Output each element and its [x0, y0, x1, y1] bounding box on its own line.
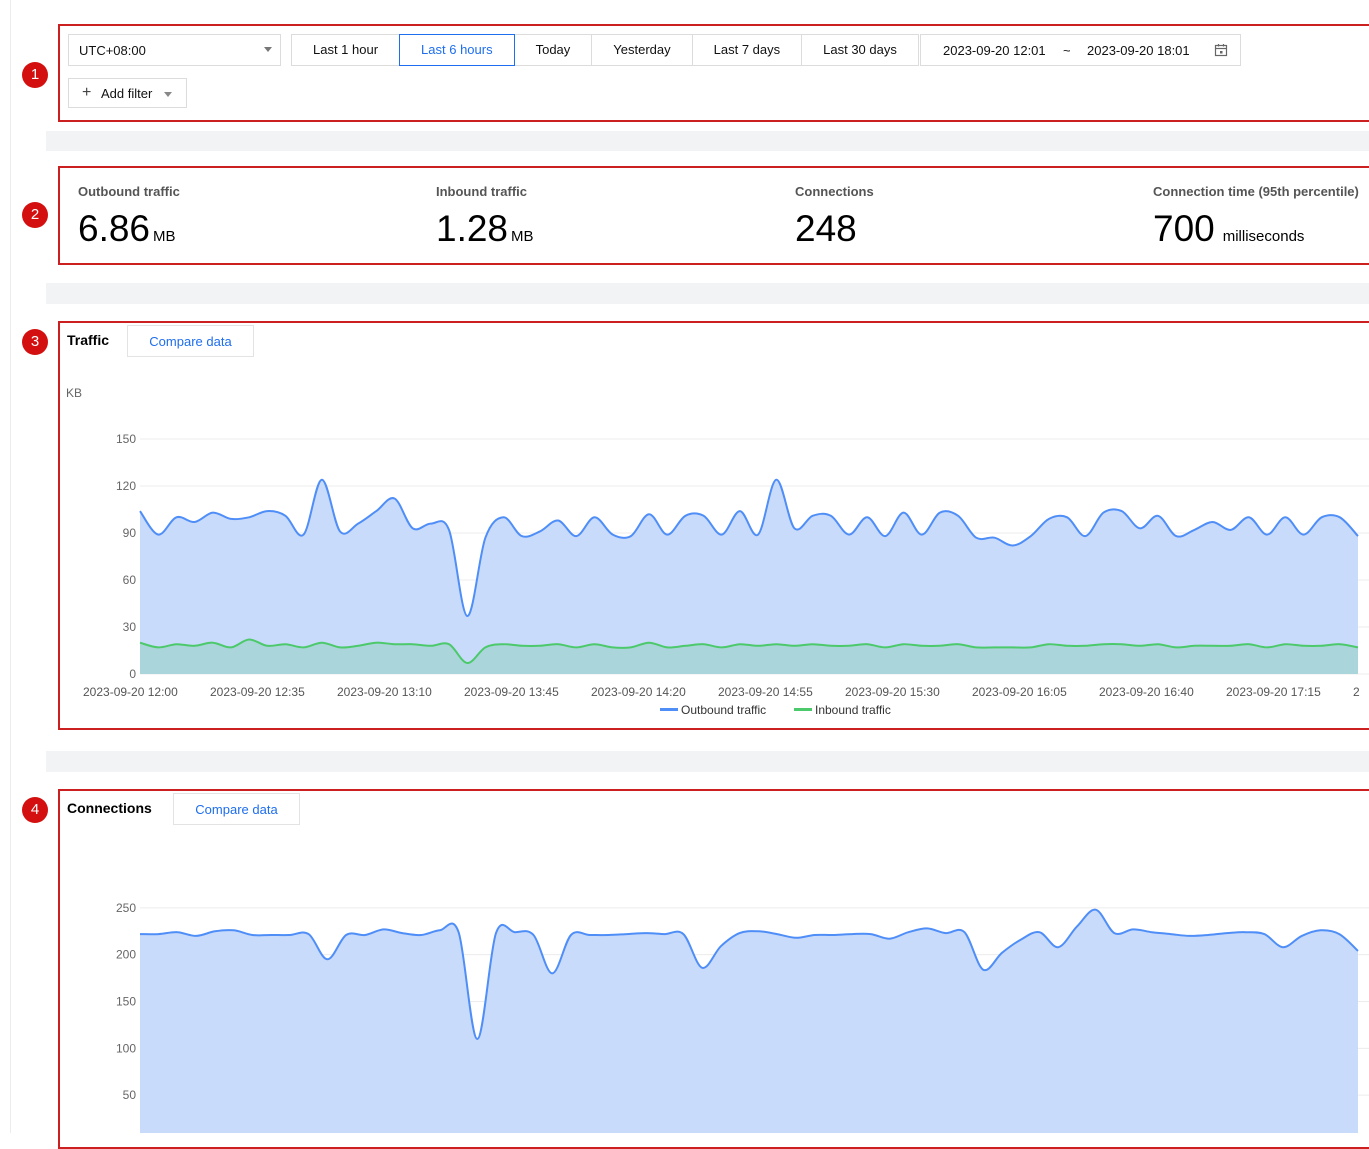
metric-value: 6.86 — [78, 208, 151, 249]
legend-label-inbound: Inbound traffic — [815, 703, 891, 717]
timezone-value: UTC+08:00 — [79, 43, 146, 58]
metric-unit: MB — [153, 228, 176, 245]
metric-label: Connections — [795, 184, 874, 199]
y-tick-label: 250 — [116, 901, 136, 915]
y-tick-label: 30 — [123, 620, 137, 634]
date-end: 2023-09-20 18:01 — [1087, 43, 1190, 58]
calendar-icon — [1214, 44, 1228, 57]
x-tick-label: 2023-09-20 12:00 — [83, 685, 178, 699]
y-tick-label: 150 — [116, 995, 136, 1009]
date-separator: ~ — [1063, 43, 1071, 58]
metric-inbound-traffic: Inbound traffic 1.28 MB — [436, 184, 534, 250]
range-last-30-days[interactable]: Last 30 days — [801, 34, 919, 66]
legend-swatch-outbound — [660, 708, 678, 711]
x-tick-label: 2023-09-20 12:35 — [210, 685, 305, 699]
range-last-7-days[interactable]: Last 7 days — [691, 34, 803, 66]
annotation-badge-4: 4 — [22, 797, 48, 823]
y-tick-label: 60 — [123, 573, 137, 587]
metric-connections: Connections 248 — [795, 184, 874, 250]
x-tick-label: 2023-09-20 14:20 — [591, 685, 686, 699]
date-start: 2023-09-20 12:01 — [943, 43, 1046, 58]
y-tick-label: 0 — [129, 667, 136, 681]
metric-label: Inbound traffic — [436, 184, 527, 199]
annotation-badge-3: 3 — [22, 329, 48, 355]
metric-label: Connection time (95th percentile) — [1153, 184, 1359, 199]
timezone-select[interactable]: UTC+08:00 — [68, 34, 281, 66]
section-separator — [46, 751, 1369, 772]
quick-range-group: Last 1 hour Last 6 hours Today Yesterday… — [291, 34, 919, 66]
plus-icon: + — [82, 84, 92, 101]
metric-connection-time: Connection time (95th percentile) 700 mil… — [1153, 184, 1359, 250]
section-separator — [46, 131, 1369, 151]
annotation-badge-1: 1 — [22, 62, 48, 88]
chevron-down-icon — [164, 92, 172, 97]
y-tick-label: 100 — [116, 1041, 136, 1055]
metric-unit: MB — [511, 228, 534, 245]
section-separator — [46, 283, 1369, 304]
metric-outbound-traffic: Outbound traffic 6.86 MB — [78, 184, 180, 250]
left-edge-line — [10, 0, 11, 1133]
add-filter-button[interactable]: + Add filter — [68, 78, 187, 108]
add-filter-label: Add filter — [101, 86, 153, 101]
range-last-6-hours[interactable]: Last 6 hours — [399, 34, 515, 66]
legend-label-outbound: Outbound traffic — [681, 703, 766, 717]
metric-value: 700 — [1153, 208, 1215, 249]
connections-chart: 50 100 150 200 250 — [116, 901, 1369, 1133]
traffic-chart: KB 0 30 60 90 120 150 2023-09-20 12:00 2023-09-2… — [66, 386, 1369, 717]
x-tick-label: 2023-09-20 14:55 — [718, 685, 813, 699]
legend-swatch-inbound — [794, 708, 812, 711]
series-area-connections — [140, 909, 1358, 1133]
range-yesterday[interactable]: Yesterday — [591, 34, 693, 66]
x-tick-label: 2023-09-20 16:40 — [1099, 685, 1194, 699]
metric-label: Outbound traffic — [78, 184, 180, 199]
y-tick-label: 150 — [116, 432, 136, 446]
y-axis-unit: KB — [66, 386, 82, 400]
y-tick-label: 90 — [123, 526, 137, 540]
range-last-1-hour[interactable]: Last 1 hour — [291, 34, 401, 66]
range-today[interactable]: Today — [513, 34, 593, 66]
x-tick-label: 2023-09-20 17:15 — [1226, 685, 1321, 699]
y-tick-label: 120 — [116, 479, 136, 493]
chevron-down-icon — [264, 47, 272, 52]
metric-value: 1.28 — [436, 208, 509, 249]
x-tick-label: 2023-09-20 13:45 — [464, 685, 559, 699]
y-tick-label: 50 — [123, 1088, 137, 1102]
x-tick-label: 2023-09-20 15:30 — [845, 685, 940, 699]
x-tick-label: 2023-09-20 13:10 — [337, 685, 432, 699]
x-tick-label: 2 — [1353, 685, 1360, 699]
y-tick-label: 200 — [116, 948, 136, 962]
metric-value: 248 — [795, 208, 857, 249]
annotation-badge-2: 2 — [22, 202, 48, 228]
x-tick-label: 2023-09-20 16:05 — [972, 685, 1067, 699]
metric-unit: milliseconds — [1222, 228, 1305, 245]
date-range-picker[interactable]: 2023-09-20 12:01 ~ 2023-09-20 18:01 — [920, 34, 1241, 66]
